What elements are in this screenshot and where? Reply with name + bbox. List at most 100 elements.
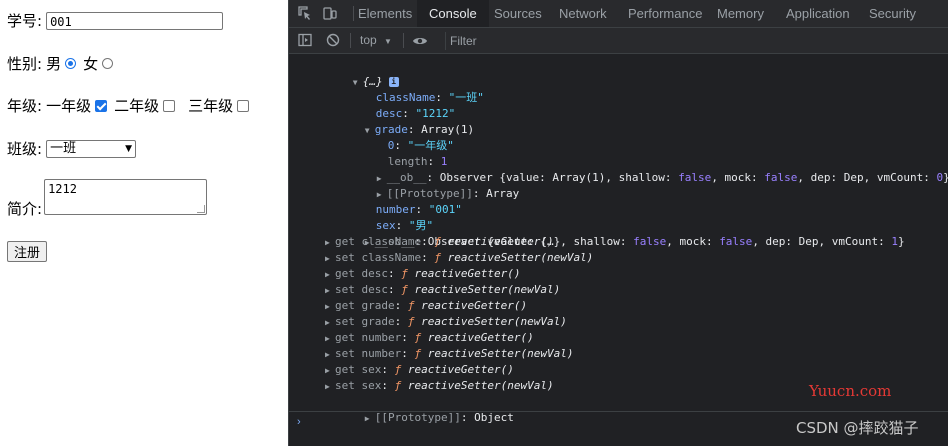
function-symbol: ƒ — [401, 283, 408, 296]
accessor-name: number — [361, 347, 402, 360]
gender-label: 性别: — [7, 55, 43, 73]
accessor-row[interactable]: ▶ get className: ƒ reactiveGetter() — [325, 234, 554, 251]
accessor-function: reactiveGetter() — [421, 299, 528, 312]
class-select[interactable]: 一班 ▼ — [46, 139, 137, 158]
prompt-caret-icon: › — [297, 416, 301, 428]
accessor-row[interactable]: ▶ set grade: ƒ reactiveSetter(newVal) — [325, 314, 567, 331]
class-select-value: 一班 — [50, 140, 77, 156]
grade-1-label: 一年级 — [46, 97, 92, 115]
chevron-down-icon: ▼ — [125, 143, 133, 154]
grade-2-label: 二年级 — [114, 97, 160, 115]
accessor-name: desc — [361, 267, 389, 280]
accessor-function: reactiveGetter() — [414, 267, 521, 280]
grade-label: 年级: — [7, 97, 43, 115]
filter-input[interactable]: Filter — [445, 32, 945, 50]
gender-female-label: 女 — [83, 55, 99, 73]
eye-icon[interactable] — [412, 34, 428, 48]
tab-sources[interactable]: Sources — [494, 0, 542, 27]
accessor-name: className — [361, 235, 422, 248]
tabbar-divider — [353, 6, 354, 21]
intro-textarea[interactable]: 1212 — [44, 179, 208, 215]
function-symbol: ƒ — [401, 267, 408, 280]
expand-triangle-icon[interactable]: ▶ — [325, 299, 335, 315]
accessor-function: reactiveSetter(newVal) — [421, 315, 567, 328]
inspect-icon[interactable] — [298, 6, 312, 20]
accessor-name: grade — [361, 299, 395, 312]
tab-console[interactable]: Console — [417, 0, 489, 27]
expand-triangle-icon[interactable]: ▶ — [325, 235, 335, 251]
accessor-name: className — [361, 251, 422, 264]
grade-1-checkbox[interactable] — [95, 99, 108, 112]
prop-value: "001" — [428, 203, 462, 216]
submit-button[interactable]: 注册 — [7, 241, 48, 262]
expand-triangle-icon[interactable]: ▶ — [325, 315, 335, 331]
intro-text: 1212 — [48, 182, 77, 196]
clear-console-icon[interactable] — [326, 33, 340, 47]
class-row: 班级: 一班 ▼ — [7, 138, 137, 159]
accessor-name: grade — [361, 315, 395, 328]
accessor-kind: set — [335, 315, 355, 328]
grade-3-label: 三年级 — [188, 97, 234, 115]
toolbar-divider — [350, 33, 351, 48]
tab-application[interactable]: Application — [786, 0, 850, 27]
resize-grip-icon[interactable] — [197, 205, 206, 213]
accessor-row[interactable]: ▶ get desc: ƒ reactiveGetter() — [325, 266, 520, 283]
expand-triangle-icon[interactable]: ▶ — [325, 347, 335, 363]
expand-triangle-icon[interactable]: ▶ — [325, 267, 335, 283]
tab-memory[interactable]: Memory — [717, 0, 764, 27]
context-label: top — [360, 33, 377, 47]
accessor-row[interactable]: ▶ get sex: ƒ reactiveGetter() — [325, 362, 514, 379]
expand-triangle-icon[interactable]: ▶ — [325, 283, 335, 299]
expand-triangle-icon[interactable]: ▶ — [325, 251, 335, 267]
function-symbol: ƒ — [434, 235, 441, 248]
context-selector[interactable]: top ▼ — [360, 33, 392, 47]
accessor-kind: get — [335, 235, 355, 248]
grade-row: 年级: 一年级 二年级 三年级 — [7, 95, 253, 116]
tab-security[interactable]: Security — [869, 0, 916, 27]
device-toggle-icon[interactable] — [323, 6, 337, 20]
accessor-row[interactable]: ▶ set desc: ƒ reactiveSetter(newVal) — [325, 282, 560, 299]
devtools-panel: Elements Console Sources Network Performance… — [288, 0, 948, 446]
accessor-kind: set — [335, 379, 355, 392]
class-label: 班级: — [7, 140, 43, 158]
prop-value: Array — [486, 187, 520, 200]
student-id-input[interactable]: 001 — [46, 11, 224, 30]
accessor-row[interactable]: ▶ set sex: ƒ reactiveSetter(newVal) — [325, 378, 554, 395]
submit-row: 注册 — [7, 241, 48, 262]
accessor-function: reactiveSetter(newVal) — [414, 283, 561, 296]
accessor-row[interactable]: ▶ set number: ƒ reactiveSetter(newVal) — [325, 346, 573, 363]
intro-row: 简介: 1212 — [7, 179, 208, 218]
accessor-row[interactable]: ▶ get grade: ƒ reactiveGetter() — [325, 298, 527, 315]
accessor-kind: get — [335, 331, 355, 344]
grade-2-checkbox[interactable] — [163, 99, 176, 112]
accessor-name: sex — [361, 379, 382, 392]
accessor-function: reactiveSetter(newVal) — [407, 379, 554, 392]
student-id-row: 学号: 001 — [7, 10, 224, 31]
expand-triangle-icon[interactable]: ▶ — [325, 363, 335, 379]
accessor-kind: get — [335, 267, 355, 280]
accessor-name: sex — [361, 363, 382, 376]
gender-female-radio[interactable] — [102, 58, 114, 69]
gender-male-radio[interactable] — [65, 58, 77, 69]
watermark-author: CSDN @摔跤猫子 — [796, 419, 919, 437]
tab-elements[interactable]: Elements — [358, 0, 412, 27]
accessor-kind: get — [335, 299, 355, 312]
intro-label: 简介: — [7, 200, 43, 218]
sidebar-icon[interactable] — [298, 33, 312, 47]
accessor-row[interactable]: ▶ get number: ƒ reactiveGetter() — [325, 330, 534, 347]
expand-triangle-icon[interactable]: ▶ — [325, 331, 335, 347]
devtools-tabbar: Elements Console Sources Network Performance… — [289, 0, 948, 28]
function-symbol: ƒ — [407, 299, 415, 312]
console-output: ▼ {…} i className: "一班" desc: "1212" ▼ grad… — [289, 55, 948, 424]
tab-performance[interactable]: Performance — [628, 0, 702, 27]
gender-row: 性别: 男 女 — [7, 53, 117, 74]
form-page: 学号: 001 性别: 男 女 年级: 一年级 二年级 三年级 班级: 一班 ▼… — [0, 0, 288, 446]
accessor-row[interactable]: ▶ set className: ƒ reactiveSetter(newVal) — [325, 250, 593, 267]
tab-network[interactable]: Network — [559, 0, 607, 27]
accessor-kind: set — [335, 347, 355, 360]
watermark-site: Yuucn.com — [809, 382, 892, 400]
grade-3-checkbox[interactable] — [237, 99, 250, 112]
accessor-name: number — [361, 331, 402, 344]
console-toolbar: top ▼ Filter — [289, 28, 948, 54]
expand-triangle-icon[interactable]: ▶ — [325, 379, 335, 395]
